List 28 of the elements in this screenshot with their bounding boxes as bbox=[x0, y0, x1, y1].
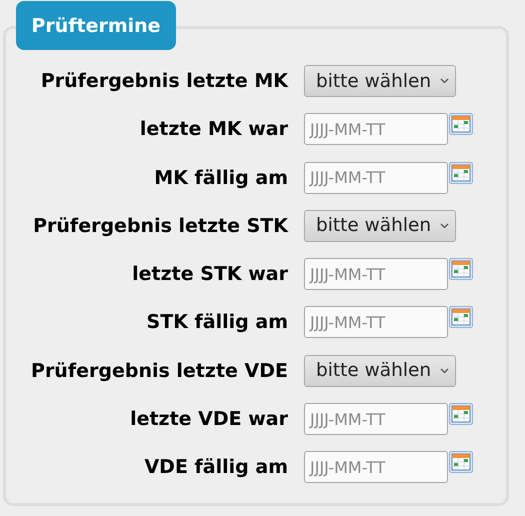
dropdown[interactable]: bitte wählen bbox=[304, 210, 456, 242]
date-field[interactable]: JJJJ-MM-TT bbox=[304, 403, 448, 436]
field-label: Prüfergebnis letzte STK bbox=[32, 214, 288, 237]
field-label: MK fällig am bbox=[153, 166, 288, 189]
date-field[interactable]: JJJJ-MM-TT bbox=[304, 258, 448, 290]
date-field[interactable]: JJJJ-MM-TT bbox=[304, 113, 448, 146]
calendar-icon[interactable] bbox=[449, 451, 473, 474]
calendar-icon[interactable] bbox=[449, 403, 473, 426]
caret-icon bbox=[440, 368, 449, 374]
field-label: VDE fällig am bbox=[143, 456, 288, 478]
calendar-icon[interactable] bbox=[449, 162, 473, 184]
dropdown[interactable]: bitte wählen bbox=[304, 354, 456, 387]
field-label: Prüfergebnis letzte VDE bbox=[30, 360, 288, 382]
field-label: letzte STK war bbox=[131, 263, 288, 286]
date-field[interactable]: JJJJ-MM-TT bbox=[304, 451, 448, 484]
caret-icon bbox=[440, 222, 449, 229]
caret-icon bbox=[440, 78, 449, 84]
calendar-icon[interactable] bbox=[449, 258, 473, 280]
calendar-icon[interactable] bbox=[449, 113, 473, 136]
date-field[interactable]: JJJJ-MM-TT bbox=[304, 162, 448, 194]
dropdown[interactable]: bitte wählen bbox=[304, 65, 456, 97]
field-label: STK fällig am bbox=[146, 311, 288, 334]
field-label: Prüfergebnis letzte MK bbox=[40, 70, 288, 92]
field-label: letzte VDE war bbox=[129, 408, 288, 430]
field-label: letzte MK war bbox=[138, 118, 288, 140]
calendar-icon[interactable] bbox=[449, 306, 473, 328]
date-field[interactable]: JJJJ-MM-TT bbox=[304, 306, 448, 338]
section-title: Prüftermine bbox=[16, 1, 176, 50]
